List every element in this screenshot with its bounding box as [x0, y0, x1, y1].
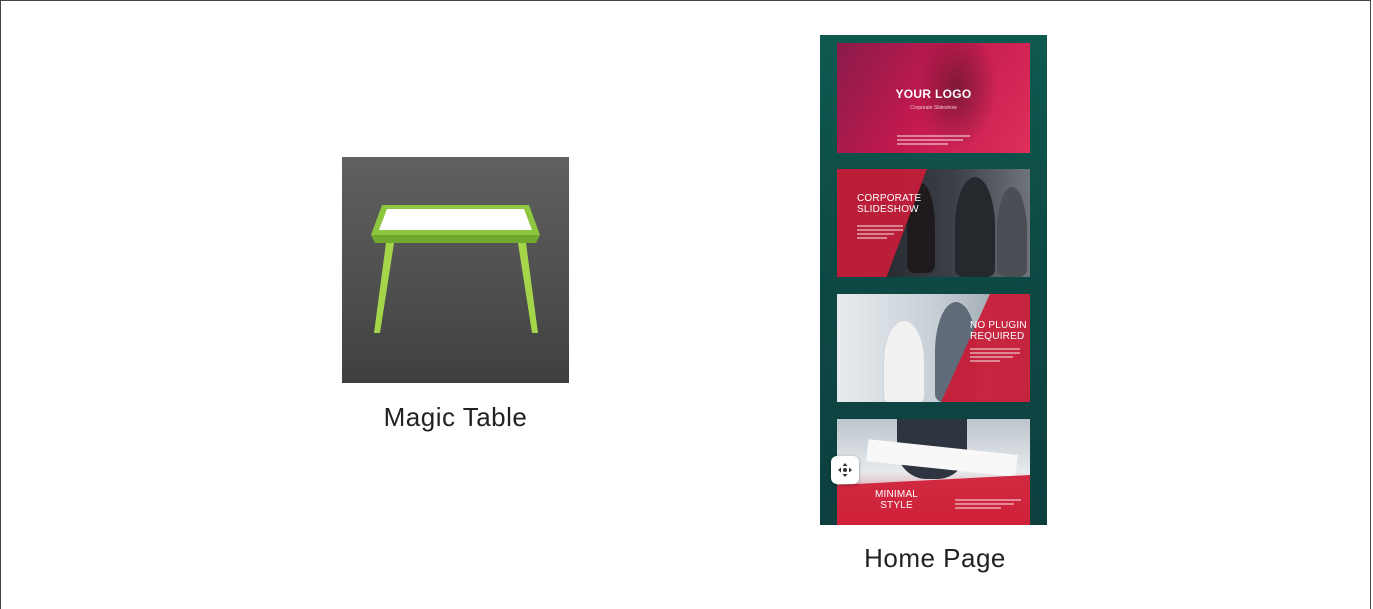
slide-subtitle: Corporate Slideshow	[910, 105, 957, 111]
magic-table-caption: Magic Table	[383, 402, 528, 432]
canvas-frame	[0, 0, 1371, 609]
slide-title: NO PLUGIN REQUIRED	[970, 320, 1027, 342]
slide-corporate-slideshow: CORPORATE SLIDESHOW	[837, 169, 1030, 277]
person-image	[883, 320, 925, 402]
magic-table-app-icon[interactable]	[342, 157, 569, 383]
person-image	[955, 177, 995, 277]
slide-title-line: MINIMAL	[875, 489, 919, 500]
person-image	[997, 187, 1027, 277]
table-icon	[371, 205, 540, 333]
slide-logo-text: YOUR LOGO	[895, 87, 972, 101]
slide-body-text	[955, 499, 1021, 511]
slide-title-line: SLIDESHOW	[857, 204, 919, 215]
move-handle-button[interactable]	[831, 456, 859, 484]
slide-no-plugin: NO PLUGIN REQUIRED	[837, 294, 1030, 402]
slide-your-logo: YOUR LOGO Corporate Slideshow	[837, 43, 1030, 153]
slide-title-line: NO PLUGIN	[970, 320, 1027, 331]
slide-title-line: STYLE	[880, 500, 913, 511]
move-icon	[838, 463, 852, 477]
slide-body-text	[857, 225, 903, 241]
home-page-preview[interactable]: YOUR LOGO Corporate Slideshow CORPORATE …	[820, 35, 1047, 525]
slide-title: CORPORATE SLIDESHOW	[857, 193, 921, 215]
slide-title-line: CORPORATE	[857, 193, 922, 204]
slide-body-text	[970, 348, 1020, 364]
slide-minimal-style: MINIMAL STYLE	[837, 419, 1030, 525]
slide-body-text	[897, 135, 970, 147]
home-page-caption: Home Page	[864, 543, 1006, 573]
slide-title-line: REQUIRED	[970, 331, 1025, 342]
slide-title: MINIMAL STYLE	[875, 489, 918, 511]
